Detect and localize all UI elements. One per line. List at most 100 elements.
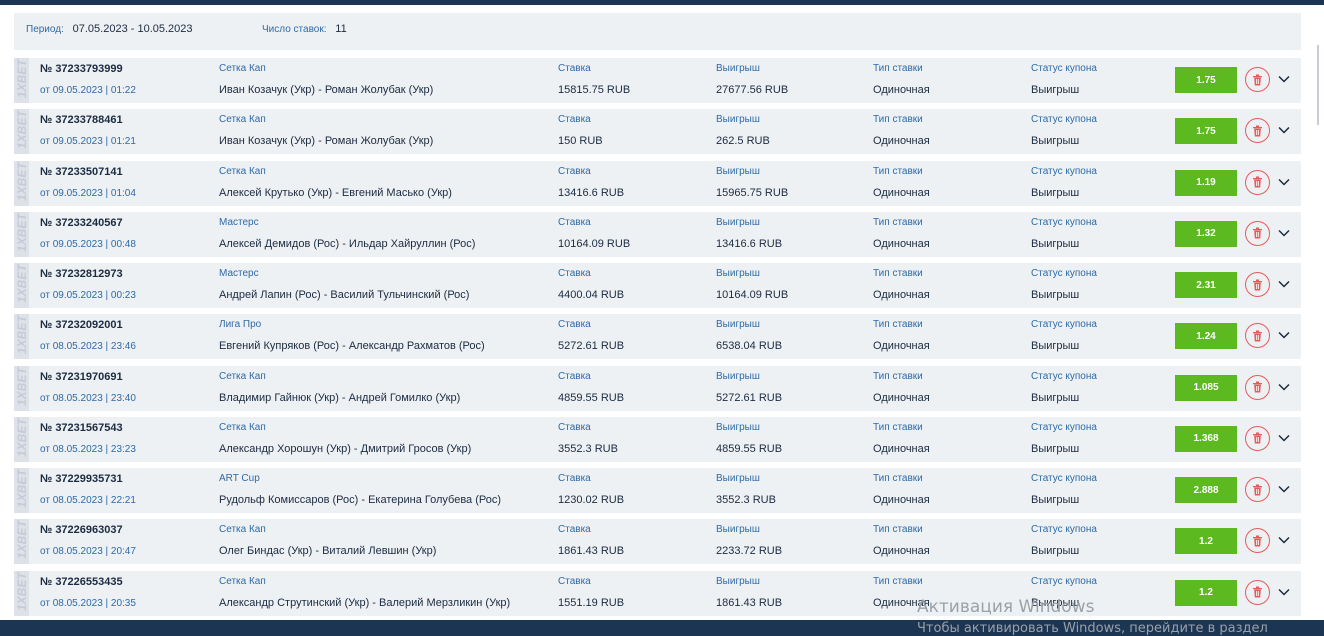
bet-row[interactable]: 1XBET № 37233507141 от 09.05.2023 | 01:0… [14,160,1301,206]
bet-row[interactable]: 1XBET № 37232812973 от 09.05.2023 | 00:2… [14,263,1301,308]
stake-value: 10164.09 RUB [558,237,631,250]
expand-button[interactable] [1277,175,1291,189]
bookmaker-logo: 1XBET [14,468,29,513]
bet-row[interactable]: 1XBET № 37233793999 от 09.05.2023 | 01:2… [14,58,1301,103]
expand-button[interactable] [1277,226,1291,240]
win-label: Выигрыш [716,114,760,126]
coupon-status-label: Статус купона [1031,575,1097,587]
win-value: 262.5 RUB [716,135,770,148]
bet-number: № 37231567543 [40,421,123,434]
chevron-down-icon [1278,537,1290,544]
coupon-status-label: Статус купона [1031,268,1097,279]
delete-button[interactable] [1245,67,1270,92]
tournament-name: Мастерс [219,268,259,279]
chevron-down-icon [1278,229,1290,237]
win-value: 4859.55 RUB [716,442,783,455]
coupon-status-label: Статус купона [1031,421,1097,433]
bet-type-value: Одиночная [873,494,930,506]
bookmaker-logo: 1XBET [14,263,29,308]
win-value: 5272.61 RUB [716,391,783,404]
expand-button[interactable] [1277,585,1291,599]
tournament-name: Сетка Кап [219,370,266,382]
stake-value: 15815.75 RUB [558,84,631,96]
bet-row[interactable]: 1XBET № 37231567543 от 08.05.2023 | 23:2… [14,416,1301,462]
coupon-status-value: Выигрыш [1031,186,1080,199]
bookmaker-logo: 1XBET [14,365,29,411]
stake-value: 4859.55 RUB [558,391,625,404]
bet-type-value: Одиночная [873,340,930,353]
match-name: Рудольф Комиссаров (Рос) - Екатерина Гол… [219,494,502,506]
expand-button[interactable] [1277,380,1291,394]
delete-button[interactable] [1245,323,1270,349]
trash-icon [1253,330,1262,342]
bookmaker-logo: 1XBET [14,519,29,565]
bet-type-value: Одиночная [873,545,930,558]
coefficient-badge: 1.75 [1175,118,1237,145]
expand-button[interactable] [1277,533,1291,547]
delete-button[interactable] [1245,272,1270,297]
stake-label: Ставка [558,370,591,382]
coupon-status-value: Выигрыш [1031,442,1080,455]
delete-button[interactable] [1245,374,1270,400]
expand-button[interactable] [1277,328,1291,342]
expand-button[interactable] [1277,72,1291,86]
bet-type-value: Одиночная [873,186,930,199]
bet-type-value: Одиночная [873,84,930,96]
bet-type-label: Тип ставки [873,421,923,433]
delete-button[interactable] [1245,579,1270,605]
expand-button[interactable] [1277,482,1291,496]
bet-row[interactable]: 1XBET № 37233788461 от 09.05.2023 | 01:2… [14,109,1301,155]
bookmaker-logo-text: 1XBET [15,213,29,252]
delete-button[interactable] [1245,425,1270,451]
trash-icon [1253,176,1262,188]
bookmaker-logo-text: 1XBET [15,110,29,150]
stake-value: 1861.43 RUB [558,545,625,558]
scrollbar-thumb[interactable] [1317,45,1319,125]
bookmaker-logo: 1XBET [14,314,29,360]
bet-type-label: Тип ставки [873,524,923,536]
match-name: Олег Биндас (Укр) - Виталий Левшин (Укр) [219,545,437,558]
bookmaker-logo-text: 1XBET [15,469,29,508]
bet-type-label: Тип ставки [873,575,923,587]
bet-row[interactable]: 1XBET № 37232092001 от 08.05.2023 | 23:4… [14,314,1301,360]
expand-button[interactable] [1277,123,1291,137]
tournament-name: Сетка Кап [219,165,266,177]
chevron-down-icon [1278,434,1290,442]
bet-row[interactable]: 1XBET № 37231970691 от 08.05.2023 | 23:4… [14,365,1301,411]
bet-type-value: Одиночная [873,442,930,455]
bet-row[interactable]: 1XBET № 37229935731 от 08.05.2023 | 22:2… [14,468,1301,513]
bet-date: от 09.05.2023 | 01:22 [40,85,136,96]
win-label: Выигрыш [716,165,760,177]
expand-button[interactable] [1277,277,1291,291]
win-value: 27677.56 RUB [716,84,789,96]
coefficient-badge: 1.32 [1175,220,1237,247]
delete-button[interactable] [1245,477,1270,502]
scrollbar[interactable] [1316,5,1324,620]
win-label: Выигрыш [716,370,760,382]
bet-date: от 08.05.2023 | 22:21 [40,495,136,506]
bookmaker-logo: 1XBET [14,416,29,462]
bookmaker-logo-text: 1XBET [15,264,29,303]
bet-date: от 08.05.2023 | 20:47 [40,546,136,558]
bet-number: № 37233793999 [40,63,123,75]
bet-type-label: Тип ставки [873,216,923,228]
chevron-down-icon [1278,332,1290,339]
bet-row[interactable]: 1XBET № 37226963037 от 08.05.2023 | 20:4… [14,519,1301,565]
chevron-down-icon [1278,485,1290,493]
stake-label: Ставка [558,114,591,126]
expand-button[interactable] [1277,431,1291,445]
coupon-status-label: Статус купона [1031,370,1097,382]
trash-icon [1253,279,1262,290]
tournament-name: Сетка Кап [219,575,266,587]
delete-button[interactable] [1245,118,1270,144]
bet-type-label: Тип ставки [873,165,923,177]
bet-type-value: Одиночная [873,135,930,148]
bookmaker-logo-text: 1XBET [15,418,29,457]
delete-button[interactable] [1245,220,1270,246]
bet-row[interactable]: 1XBET № 37233240567 от 09.05.2023 | 00:4… [14,211,1301,257]
delete-button[interactable] [1245,528,1270,554]
bet-row[interactable]: 1XBET № 37226553435 от 08.05.2023 | 20:3… [14,570,1301,616]
bet-date: от 09.05.2023 | 01:04 [40,187,136,199]
delete-button[interactable] [1245,169,1270,195]
bet-number: № 37232092001 [40,319,123,332]
